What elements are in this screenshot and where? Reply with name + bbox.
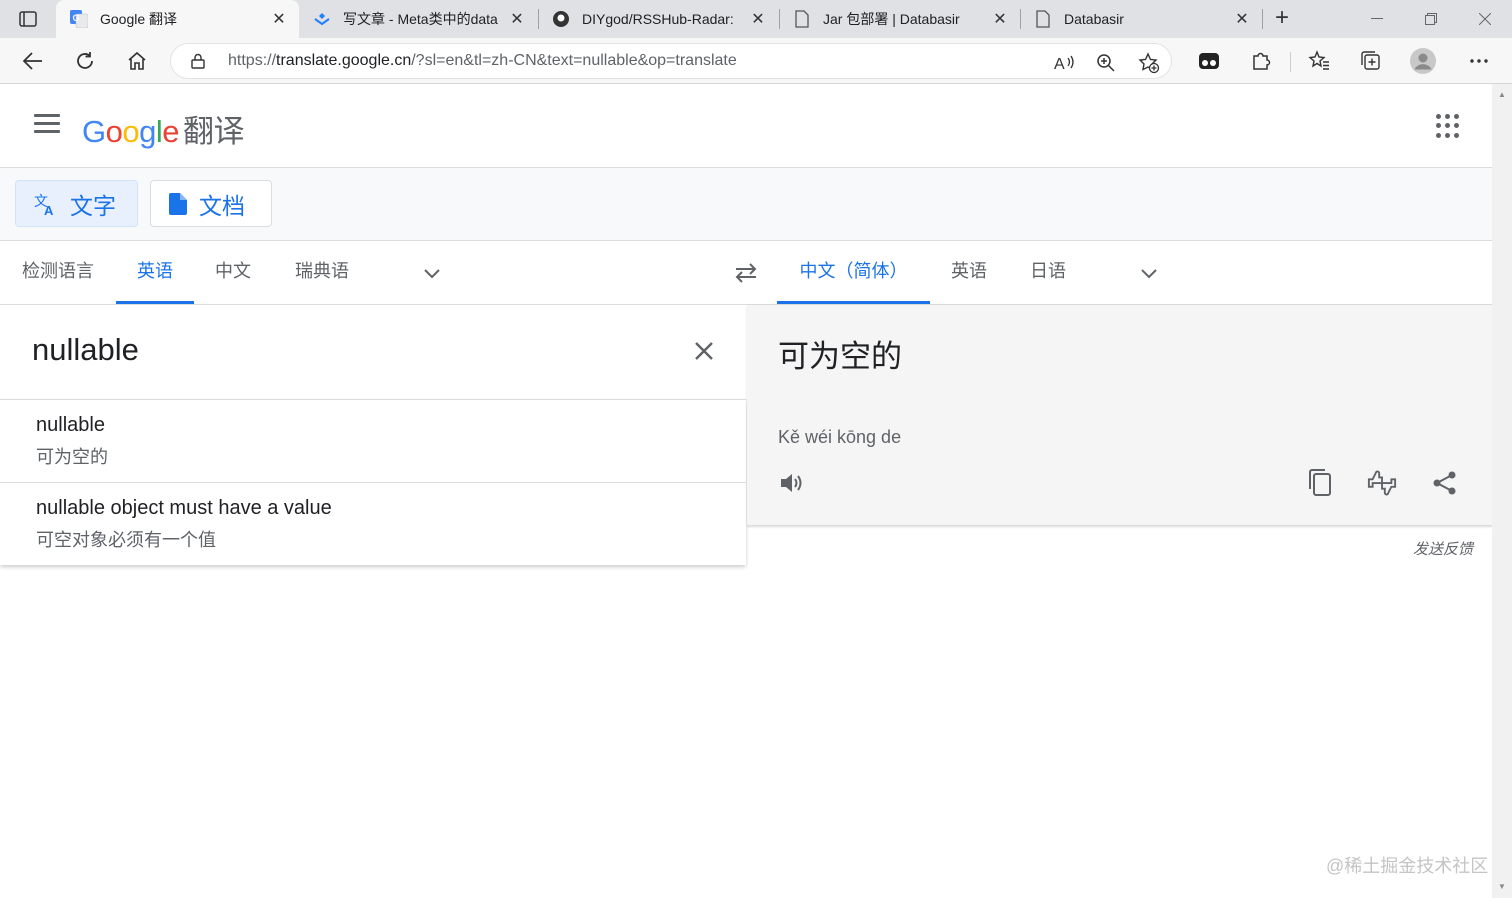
document-mode-button[interactable]: 文档 xyxy=(150,180,272,227)
svg-text:A: A xyxy=(44,203,54,216)
send-feedback-link[interactable]: 发送反馈 xyxy=(1413,538,1473,559)
tab-title: 写文章 - Meta类中的data xyxy=(343,11,498,27)
scroll-up-icon[interactable]: ▲ xyxy=(1498,90,1506,99)
tab-close-icon[interactable]: ✕ xyxy=(750,11,766,28)
refresh-icon[interactable] xyxy=(72,48,98,74)
page-favicon-icon xyxy=(1034,10,1052,28)
svg-text:G: G xyxy=(73,13,80,23)
restore-icon[interactable] xyxy=(1420,8,1442,30)
source-lang-detect[interactable]: 检测语言 xyxy=(18,241,98,304)
target-lang-more-chevron-down-icon[interactable] xyxy=(1139,263,1159,283)
svg-text:A: A xyxy=(1054,56,1065,73)
browser-tab-jar-deploy[interactable]: Jar 包部署 | Databasir ✕ xyxy=(779,0,1020,38)
favorites-icon[interactable] xyxy=(1306,48,1332,74)
url-host: translate.google.cn xyxy=(276,52,412,69)
tab-title: Jar 包部署 | Databasir xyxy=(823,11,960,27)
tab-title: Google 翻译 xyxy=(100,11,178,27)
tab-title: DIYgod/RSSHub-Radar: xyxy=(582,11,734,27)
source-text-area[interactable]: nullable xyxy=(0,305,746,399)
add-favorite-icon[interactable] xyxy=(1138,52,1160,74)
page-scrollbar[interactable]: ▲ ▼ xyxy=(1492,84,1512,898)
suggestion-item[interactable]: nullable object must have a value 可空对象必须… xyxy=(0,482,746,565)
suggestion-item[interactable]: nullable 可为空的 xyxy=(0,399,746,482)
rate-translation-icon[interactable] xyxy=(1367,468,1397,498)
github-favicon-icon xyxy=(552,10,570,28)
language-bar: 检测语言 英语 中文 瑞典语 中文（简体） 英语 日语 xyxy=(0,241,1492,305)
swap-languages-icon[interactable] xyxy=(733,261,759,285)
lock-icon[interactable] xyxy=(191,53,205,74)
tab-close-icon[interactable]: ✕ xyxy=(992,11,1008,28)
translate-icon: 文A xyxy=(34,192,58,216)
listen-speaker-icon[interactable] xyxy=(777,468,807,498)
scroll-down-icon[interactable]: ▼ xyxy=(1498,882,1506,891)
tab-close-icon[interactable]: ✕ xyxy=(509,11,525,28)
watermark-text: @稀土掘金技术社区 xyxy=(1326,856,1489,876)
browser-tab-bar: G Google 翻译 ✕ 写文章 - Meta类中的data ✕ DIYgod… xyxy=(0,0,1512,38)
target-lang-english[interactable]: 英语 xyxy=(939,241,999,304)
tab-separator xyxy=(1262,9,1263,29)
minimize-icon[interactable] xyxy=(1366,8,1388,30)
extension-icon[interactable] xyxy=(1196,48,1222,74)
translate-header: Google 翻译 xyxy=(0,84,1492,168)
suggestion-source: nullable xyxy=(36,414,105,436)
main-menu-icon[interactable] xyxy=(34,114,60,136)
translation-mode-bar: 文A 文字 文档 xyxy=(0,168,1492,241)
target-lang-japanese[interactable]: 日语 xyxy=(1018,241,1078,304)
toolbar-divider xyxy=(1290,52,1291,72)
romanization-text: Kě wéi kōng de xyxy=(778,427,902,447)
page-favicon-icon xyxy=(793,10,811,28)
new-tab-button[interactable]: + xyxy=(1268,6,1296,32)
collections-icon[interactable] xyxy=(1358,48,1384,74)
document-mode-label: 文档 xyxy=(199,192,245,219)
more-menu-icon[interactable] xyxy=(1466,48,1492,74)
browser-tab-databasir[interactable]: Databasir ✕ xyxy=(1020,0,1262,38)
document-icon xyxy=(169,192,187,215)
clear-source-close-icon[interactable] xyxy=(690,337,718,365)
tab-close-icon[interactable]: ✕ xyxy=(271,11,287,28)
juejin-favicon-icon xyxy=(313,10,331,28)
tab-actions-icon[interactable] xyxy=(14,8,42,30)
share-icon[interactable] xyxy=(1430,468,1460,498)
source-lang-chinese[interactable]: 中文 xyxy=(203,241,263,304)
suggestion-source: nullable object must have a value xyxy=(36,497,332,519)
tab-title: Databasir xyxy=(1064,11,1124,27)
extensions-puzzle-icon[interactable] xyxy=(1248,48,1274,74)
suggestion-translation: 可为空的 xyxy=(36,447,108,467)
browser-tab-google-translate[interactable]: G Google 翻译 ✕ xyxy=(56,0,299,38)
google-apps-icon[interactable] xyxy=(1436,114,1460,138)
close-window-icon[interactable] xyxy=(1474,8,1496,30)
text-mode-label: 文字 xyxy=(70,192,116,219)
browser-tab-juejin[interactable]: 写文章 - Meta类中的data ✕ xyxy=(299,0,537,38)
home-icon[interactable] xyxy=(124,48,150,74)
suggestion-translation: 可空对象必须有一个值 xyxy=(36,530,216,550)
address-bar[interactable]: https://translate.google.cn/?sl=en&tl=zh… xyxy=(170,43,1172,79)
source-input[interactable]: nullable xyxy=(32,332,139,368)
address-toolbar: https://translate.google.cn/?sl=en&tl=zh… xyxy=(0,38,1512,84)
text-mode-button[interactable]: 文A 文字 xyxy=(15,180,138,227)
google-translate-logo[interactable]: Google 翻译 xyxy=(82,106,245,151)
google-translate-favicon-icon: G xyxy=(70,10,88,28)
target-lang-chinese-simplified[interactable]: 中文（简体） xyxy=(777,241,930,304)
url-path: /?sl=en&tl=zh-CN&text=nullable&op=transl… xyxy=(411,52,737,69)
translation-text: 可为空的 xyxy=(778,339,902,374)
source-lang-more-chevron-down-icon[interactable] xyxy=(422,263,442,283)
profile-avatar-icon[interactable] xyxy=(1410,48,1436,74)
zoom-icon[interactable] xyxy=(1095,52,1117,74)
browser-tab-github[interactable]: DIYgod/RSSHub-Radar: ✕ xyxy=(538,0,778,38)
copy-icon[interactable] xyxy=(1305,468,1335,498)
translation-output-area: 可为空的 Kě wéi kōng de xyxy=(747,305,1492,526)
url-text[interactable]: https://translate.google.cn/?sl=en&tl=zh… xyxy=(228,52,737,70)
read-aloud-icon[interactable]: A xyxy=(1054,52,1076,74)
url-scheme: https:// xyxy=(228,52,277,69)
logo-product-name: 翻译 xyxy=(183,114,245,149)
suggestion-dropdown: nullable 可为空的 nullable object must have … xyxy=(0,399,746,565)
source-lang-swedish[interactable]: 瑞典语 xyxy=(282,241,362,304)
tab-close-icon[interactable]: ✕ xyxy=(1234,11,1250,28)
source-lang-english[interactable]: 英语 xyxy=(116,241,194,304)
back-icon[interactable] xyxy=(20,48,46,74)
